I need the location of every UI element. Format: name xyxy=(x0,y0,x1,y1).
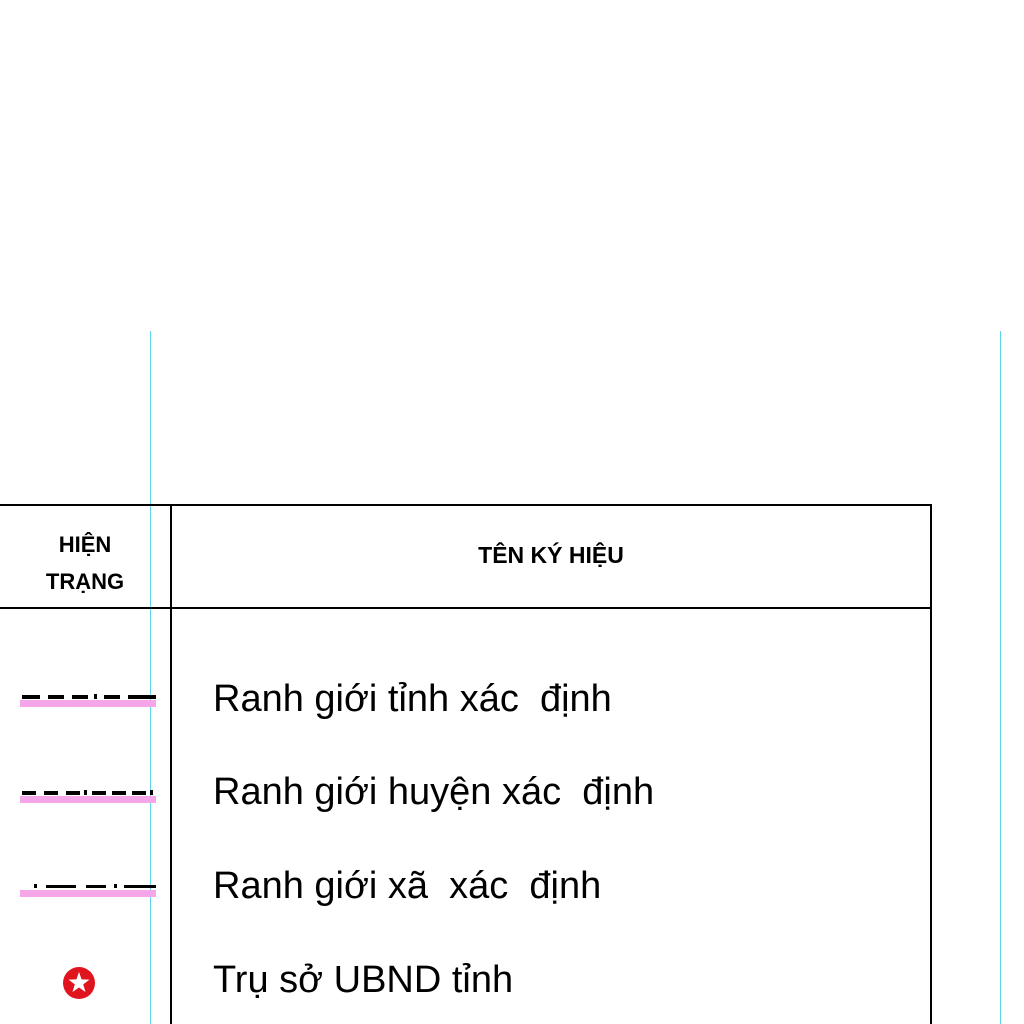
header-symbol-name: TÊN KÝ HIỆU xyxy=(478,542,624,568)
legend-table: HIỆN TRẠNG TÊN KÝ HIỆU Ranh giới tỉnh xá… xyxy=(0,504,932,1024)
boundary-band xyxy=(20,890,156,897)
boundary-band xyxy=(20,796,156,803)
legend-row-district-boundary: Ranh giới huyện xác định xyxy=(0,762,930,822)
legend-row-label: Ranh giới huyện xác định xyxy=(213,771,655,813)
boundary-band xyxy=(20,700,156,707)
legend-row-provincial-office: Trụ sở UBND tỉnh xyxy=(0,950,930,1010)
province-boundary-line xyxy=(20,694,156,707)
table-border-right xyxy=(930,504,932,1024)
red-star-icon xyxy=(63,967,95,999)
legend-row-commune-boundary: Ranh giới xã xác định xyxy=(0,856,930,916)
district-boundary-line xyxy=(20,790,156,803)
header-status: HIỆN TRẠNG xyxy=(0,526,170,600)
legend-row-label: Trụ sở UBND tỉnh xyxy=(213,959,514,1001)
legend-row-province-boundary: Ranh giới tỉnh xác định xyxy=(0,669,930,729)
legend-row-label: Ranh giới tỉnh xác định xyxy=(213,678,612,720)
header-status-line1: HIỆN xyxy=(58,532,112,557)
legend-row-label: Ranh giới xã xác định xyxy=(213,865,602,907)
header-status-line2: TRẠNG xyxy=(45,569,125,594)
table-header-divider xyxy=(0,607,932,609)
guide-line-right xyxy=(1000,331,1001,1024)
table-border-top xyxy=(0,504,932,506)
commune-boundary-line xyxy=(20,884,156,897)
